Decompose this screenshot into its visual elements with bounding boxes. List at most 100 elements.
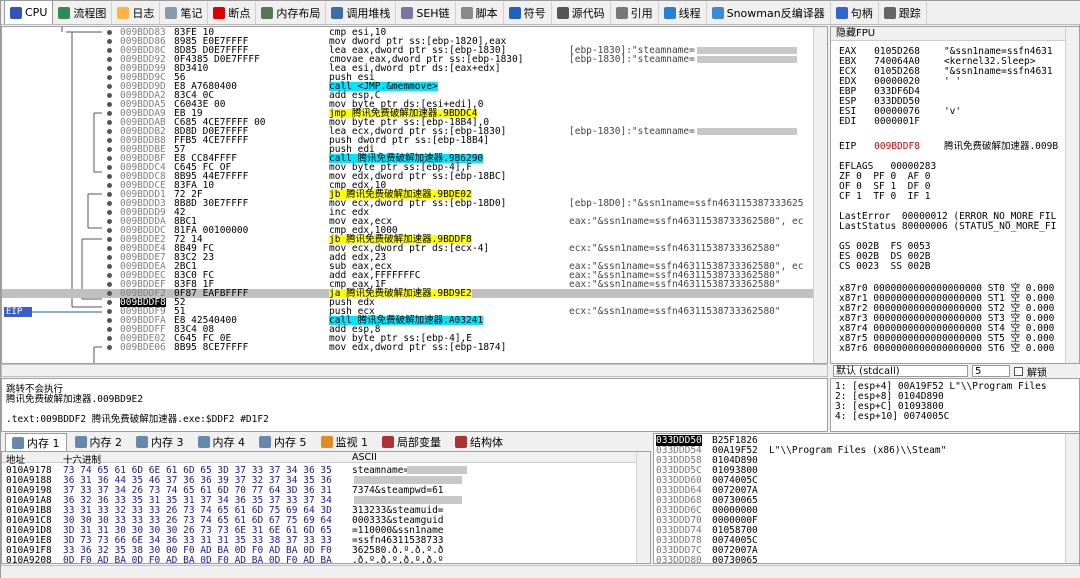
- breakpoint-dot[interactable]: [107, 57, 112, 62]
- dump-tab-2[interactable]: 内存 3: [130, 433, 190, 451]
- dump-tab-4[interactable]: 内存 5: [253, 433, 313, 451]
- dump-tab-0[interactable]: 内存 1: [5, 433, 67, 451]
- disasm-scrollbar[interactable]: [813, 27, 827, 363]
- disassembly-view[interactable]: 009BDD83 83FE 10 cmp esi,10 009BDD86 8985 E0…: [1, 26, 828, 364]
- breakpoint-dot[interactable]: [107, 183, 112, 188]
- breakpoint-dot[interactable]: [107, 75, 112, 80]
- dump-row[interactable]: 010A9208 0D F0 AD BA 0D F0 AD BA 0D F0 AD…: [2, 555, 638, 563]
- breakpoint-dot[interactable]: [107, 48, 112, 53]
- dump-row[interactable]: 010A91B8 33 31 33 32 33 33 26 73 74 65 61…: [2, 505, 638, 516]
- arg-count-spinner[interactable]: 5: [972, 365, 1010, 377]
- breakpoint-dot[interactable]: [107, 318, 112, 323]
- tab-3[interactable]: 笔记: [160, 2, 209, 24]
- breakpoint-dot[interactable]: [107, 165, 112, 170]
- breakpoint-dot[interactable]: [107, 129, 112, 134]
- breakpoint-dot[interactable]: [107, 93, 112, 98]
- dump-row[interactable]: 010A91C8 30 30 30 33 33 33 26 73 74 65 61…: [2, 515, 638, 526]
- breakpoint-dot[interactable]: [107, 300, 112, 305]
- stack-row[interactable]: 033DDD6C 00000000: [654, 505, 1066, 516]
- dump-row[interactable]: 010A91E8 3D 73 73 66 6E 34 36 33 31 31 35…: [2, 535, 638, 546]
- breakpoint-dot[interactable]: [107, 102, 112, 107]
- breakpoint-dot[interactable]: [107, 264, 112, 269]
- memory-dump[interactable]: 地址 十六进制 ASCII 010A9178 73 74 65 61 6D 6E …: [1, 451, 651, 564]
- disasm-row[interactable]: 009BDE06 8B95 8CE7FFFF mov edx,dword ptr s…: [2, 343, 827, 352]
- unlock-checkbox[interactable]: [1014, 366, 1023, 376]
- tab-2[interactable]: 日志: [112, 2, 161, 24]
- stack-row[interactable]: 033DDD78 0074005C: [654, 535, 1066, 546]
- breakpoint-dot[interactable]: [107, 147, 112, 152]
- dump-ascii[interactable]: .ð.º.ð.º.ð.º.ð.º: [352, 555, 444, 563]
- dump-row[interactable]: 010A91F8 33 36 32 35 38 30 00 F0 AD BA 0D…: [2, 545, 638, 556]
- breakpoint-dot[interactable]: [107, 84, 112, 89]
- tab-14[interactable]: 句柄: [831, 2, 879, 24]
- breakpoint-dot[interactable]: [107, 156, 112, 161]
- stack-row[interactable]: 033DDD50 B25F1826: [654, 435, 1066, 446]
- breakpoint-dot[interactable]: [107, 201, 112, 206]
- dump-tab-7[interactable]: 结构体: [449, 433, 509, 451]
- tab-6[interactable]: 调用堆栈: [326, 2, 397, 24]
- tab-13[interactable]: Snowman反编译器: [707, 2, 831, 24]
- stack-row[interactable]: 033DDD80 00730065: [654, 555, 1066, 563]
- tab-5[interactable]: 内存布局: [256, 2, 327, 24]
- calling-convention-select[interactable]: 默认 (stdcall): [833, 365, 968, 377]
- dump-scrollbar[interactable]: [636, 452, 650, 563]
- register-value[interactable]: 0000001F: [874, 116, 920, 127]
- dump-tab-6[interactable]: 局部变量: [376, 433, 447, 451]
- breakpoint-dot[interactable]: [107, 210, 112, 215]
- breakpoint-dot[interactable]: [107, 291, 112, 296]
- breakpoint-dot[interactable]: [107, 66, 112, 71]
- stack-row[interactable]: 033DDD58 0104D890: [654, 455, 1066, 466]
- stack-row[interactable]: 033DDD74 01058700: [654, 525, 1066, 536]
- breakpoint-dot[interactable]: [107, 219, 112, 224]
- tab-7[interactable]: SEH链: [396, 2, 456, 24]
- breakpoint-dot[interactable]: [107, 138, 112, 143]
- dump-hex[interactable]: 0D F0 AD BA 0D F0 AD BA 0D F0 AD BA 0D F…: [63, 555, 332, 563]
- tab-1[interactable]: 流程图: [53, 2, 113, 24]
- tab-8[interactable]: 脚本: [456, 2, 504, 24]
- breakpoint-dot[interactable]: [107, 111, 112, 116]
- breakpoint-dot[interactable]: [107, 273, 112, 278]
- breakpoint-dot[interactable]: [107, 39, 112, 44]
- breakpoint-dot[interactable]: [107, 246, 112, 251]
- stack-row[interactable]: 033DDD70 0000000F: [654, 515, 1066, 526]
- breakpoint-dot[interactable]: [107, 30, 112, 35]
- stack-row[interactable]: 033DDD7C 0072007A: [654, 545, 1066, 556]
- tab-9[interactable]: 符号: [504, 2, 552, 24]
- hide-fpu-button[interactable]: 隐藏FPU: [831, 27, 1067, 41]
- disasm-hscrollbar[interactable]: [1, 364, 828, 377]
- register-value[interactable]: 009BDDF8: [874, 141, 920, 152]
- stack-row[interactable]: 033DDD5C 01093800: [654, 465, 1066, 476]
- regs-scrollbar[interactable]: [1065, 27, 1079, 363]
- dump-row[interactable]: 010A9198 37 33 37 34 26 73 74 65 61 6D 70…: [2, 485, 638, 496]
- tab-15[interactable]: 跟踪: [879, 2, 927, 24]
- breakpoint-dot[interactable]: [107, 255, 112, 260]
- dump-row[interactable]: 010A9188 36 31 36 44 35 46 37 36 36 39 37…: [2, 475, 638, 486]
- dump-tab-5[interactable]: 监视 1: [315, 433, 375, 451]
- breakpoint-dot[interactable]: [107, 192, 112, 197]
- tab-12[interactable]: 线程: [659, 2, 707, 24]
- breakpoint-dot[interactable]: [107, 345, 112, 350]
- breakpoint-dot[interactable]: [107, 309, 112, 314]
- tab-10[interactable]: 源代码: [552, 2, 611, 24]
- stack-value[interactable]: 00730065: [712, 555, 758, 563]
- stack-row[interactable]: 033DDD54 00A19F52 L"\\Program Files (x86)\…: [654, 445, 1066, 456]
- breakpoint-dot[interactable]: [107, 120, 112, 125]
- stack-row[interactable]: 033DDD64 0072007A: [654, 485, 1066, 496]
- dump-row[interactable]: 010A9178 73 74 65 61 6D 6E 61 6D 65 3D 37…: [2, 465, 638, 476]
- dump-row[interactable]: 010A91D8 3D 31 31 30 30 30 30 26 73 73 6E…: [2, 525, 638, 536]
- tab-4[interactable]: 断点: [208, 2, 257, 24]
- stack-view[interactable]: 033DDD50 B25F1826 033DDD54 00A19F52 L"\\Prog…: [653, 433, 1080, 564]
- eip-register-row[interactable]: EIP 009BDDF8 腾讯免费破解加速器.009B: [839, 142, 1058, 152]
- dump-tab-3[interactable]: 内存 4: [192, 433, 252, 451]
- dump-row[interactable]: 010A91A8 36 32 36 33 35 31 35 31 37 34 36…: [2, 495, 638, 506]
- tab-11[interactable]: 引用: [611, 2, 659, 24]
- breakpoint-dot[interactable]: [107, 282, 112, 287]
- breakpoint-dot[interactable]: [107, 336, 112, 341]
- breakpoint-dot[interactable]: [107, 237, 112, 242]
- stack-scrollbar[interactable]: [1065, 434, 1079, 563]
- tab-0[interactable]: CPU: [4, 1, 54, 24]
- segment-row[interactable]: CS 0023 SS 002B: [839, 262, 931, 272]
- fpu-row[interactable]: x87r6 0000000000000000000 ST6 空 0.000: [839, 344, 1054, 354]
- register-row[interactable]: EDI 0000001F: [839, 117, 944, 127]
- breakpoint-dot[interactable]: [107, 228, 112, 233]
